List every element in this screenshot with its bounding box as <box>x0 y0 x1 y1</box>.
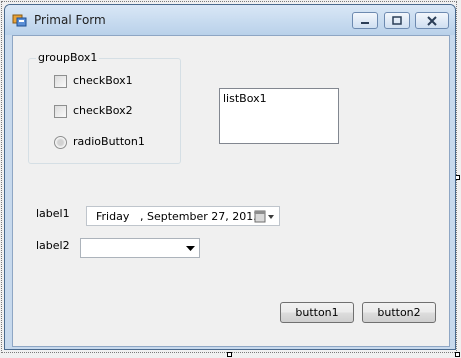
group-box-label: groupBox1 <box>36 51 100 64</box>
list-item[interactable]: listBox1 <box>223 92 338 105</box>
checkbox-1-label[interactable]: checkBox1 <box>73 74 133 87</box>
group-box: groupBox1 checkBox1 checkBox2 radioButto… <box>28 51 181 164</box>
window-title: Primal Form <box>34 13 106 27</box>
checkbox-2-label[interactable]: checkBox2 <box>73 104 133 117</box>
button-1-label: button1 <box>295 306 339 319</box>
radio-button-1-label[interactable]: radioButton1 <box>73 135 145 148</box>
close-button[interactable] <box>415 12 449 29</box>
date-picker-dropdown-button[interactable] <box>254 210 276 223</box>
minimize-icon <box>361 21 369 24</box>
maximize-icon <box>392 16 402 25</box>
label-2: label2 <box>36 239 70 252</box>
checkbox-1[interactable] <box>54 75 67 88</box>
date-picker-date[interactable]: , September 27, 2013 <box>140 210 260 223</box>
date-picker-day[interactable]: Friday <box>96 210 129 223</box>
list-box[interactable]: listBox1 <box>219 88 339 144</box>
chevron-down-icon[interactable] <box>186 246 195 251</box>
radio-button-1[interactable] <box>54 136 67 149</box>
minimize-button[interactable] <box>352 12 378 29</box>
button-2-label: button2 <box>377 306 421 319</box>
form-icon <box>12 14 27 27</box>
resize-grip-corner[interactable] <box>455 352 460 357</box>
form-client-area: groupBox1 checkBox1 checkBox2 radioButto… <box>12 35 450 347</box>
checkbox-2[interactable] <box>54 105 67 118</box>
button-2[interactable]: button2 <box>362 302 436 323</box>
combo-box[interactable] <box>80 238 200 258</box>
maximize-button[interactable] <box>384 12 410 29</box>
title-bar[interactable]: Primal Form <box>5 5 455 35</box>
resize-grip-bottom[interactable] <box>227 352 232 357</box>
date-picker[interactable]: Friday , September 27, 2013 <box>86 206 280 226</box>
form-window: Primal Form groupBox1 checkBox1 checkBox… <box>4 4 456 350</box>
label-1: label1 <box>36 207 70 220</box>
calendar-icon <box>254 210 274 223</box>
close-icon <box>427 15 437 26</box>
button-1[interactable]: button1 <box>280 302 354 323</box>
